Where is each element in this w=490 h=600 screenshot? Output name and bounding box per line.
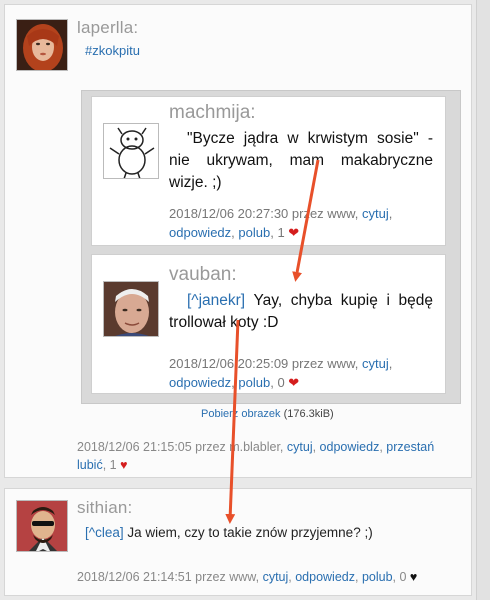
avatar-image <box>104 124 158 178</box>
like-link: polub <box>238 225 271 240</box>
reply-link[interactable]: odpowiedz <box>320 440 380 454</box>
timestamp: 2018/12/06 20:27:30 przez www, <box>169 206 359 221</box>
timestamp: 2018/12/06 20:25:09 przez www, <box>169 356 359 371</box>
avatar-image <box>104 282 158 336</box>
comment-meta: 2018/12/06 20:27:30 przez www, cytuj, od… <box>169 206 393 240</box>
embedded-comment: vauban: [^janekr] Yay, chyba kupię i będ… <box>91 254 446 394</box>
embedded-comment: machmija: "Bycze jądra w krwistym sosie"… <box>91 96 446 246</box>
post-meta: 2018/12/06 21:15:05 przez m.blabler, cyt… <box>77 440 435 472</box>
like-link[interactable]: polub <box>362 570 393 584</box>
heart-icon: ♥ <box>409 570 418 584</box>
avatar <box>103 281 159 337</box>
quote-link[interactable]: cytuj <box>263 570 289 584</box>
comment-text: "Bycze jądra w krwistym sosie" - nie ukr… <box>169 130 433 191</box>
post-body: Ja wiem, czy to takie znów przyjemne? ;) <box>123 525 373 540</box>
reply-mention[interactable]: [^clea] <box>85 525 124 540</box>
like-count: 0 <box>277 375 285 390</box>
timestamp: 2018/12/06 21:14:51 przez www, <box>77 570 260 584</box>
heart-icon: ♥ <box>120 458 128 472</box>
embedded-image[interactable]: machmija: "Bycze jądra w krwistym sosie"… <box>81 90 461 404</box>
heart-icon: ❤ <box>288 225 300 240</box>
timestamp: 2018/12/06 21:15:05 przez m.blabler, <box>77 440 284 454</box>
username[interactable]: laperlla: <box>77 18 138 38</box>
post-sithian: sithian: [^clea] Ja wiem, czy to takie z… <box>4 488 472 596</box>
reply-link: odpowiedz <box>169 375 232 390</box>
reply-link[interactable]: odpowiedz <box>295 570 355 584</box>
like-link: polub <box>238 375 271 390</box>
download-image: Pobierz obrazek (176.3kiB) <box>201 408 334 420</box>
avatar[interactable] <box>16 500 68 552</box>
download-image-link[interactable]: Pobierz obrazek <box>201 408 281 420</box>
quote-link: cytuj <box>361 206 389 221</box>
image-size: (176.3kiB) <box>283 408 334 420</box>
username: machmija: <box>169 102 256 123</box>
post-laperlla: laperlla: #zkokpitu machmija: "Bycze jąd… <box>4 4 472 478</box>
post-text: [^clea] Ja wiem, czy to takie znów przyj… <box>85 525 373 540</box>
username: vauban: <box>169 264 237 285</box>
reply-mention: [^janekr] <box>187 292 246 309</box>
heart-icon: ❤ <box>288 375 300 390</box>
avatar <box>103 123 159 179</box>
scrollbar[interactable] <box>476 0 490 600</box>
avatar[interactable] <box>16 19 68 71</box>
hashtag-link[interactable]: #zkokpitu <box>85 43 140 58</box>
like-count: 1 <box>277 225 285 240</box>
avatar-image <box>17 20 67 70</box>
avatar-image <box>17 501 67 551</box>
comment-text: [^janekr] Yay, chyba kupię i będę trollo… <box>169 290 433 334</box>
username[interactable]: sithian: <box>77 498 132 518</box>
comment-meta: 2018/12/06 20:25:09 przez www, cytuj, od… <box>169 356 393 390</box>
quote-link[interactable]: cytuj <box>287 440 313 454</box>
quote-link: cytuj <box>361 356 389 371</box>
reply-link: odpowiedz <box>169 225 232 240</box>
post-text: #zkokpitu <box>85 43 140 58</box>
like-count: 1 <box>109 458 117 472</box>
like-count: 0 <box>399 570 407 584</box>
post-meta: 2018/12/06 21:14:51 przez www, cytuj, od… <box>77 570 418 584</box>
